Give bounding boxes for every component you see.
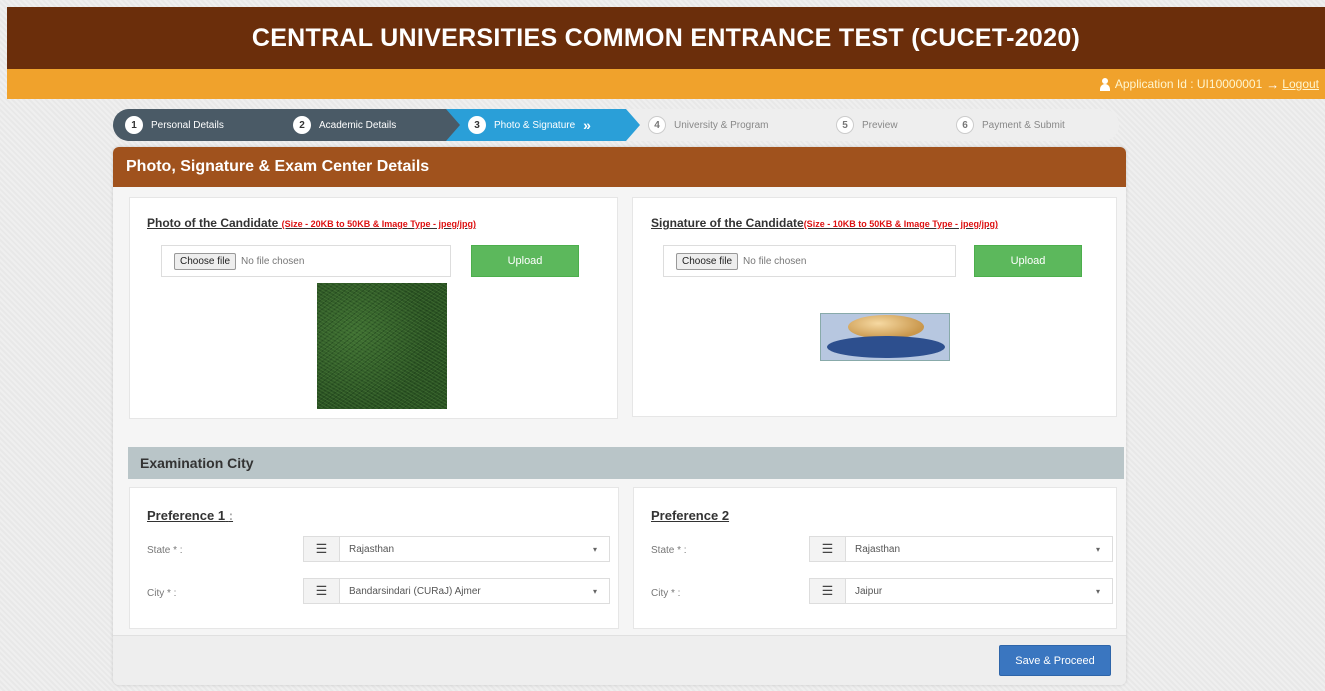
page-title: CENTRAL UNIVERSITIES COMMON ENTRANCE TES… bbox=[251, 23, 1081, 52]
preference-2-state-label: State * : bbox=[651, 545, 687, 556]
signature-requirement: (Size - 10KB to 50KB & Image Type - jpeg… bbox=[803, 219, 999, 229]
step-personal-details[interactable]: 1 Personal Details bbox=[113, 109, 285, 141]
preference-1-city-select[interactable]: ☰ Bandarsindari (CURaJ) Ajmer ▾ bbox=[303, 578, 610, 604]
preference-1-state-select[interactable]: ☰ Rajasthan ▾ bbox=[303, 536, 610, 562]
signature-title-text: Signature of the Candidate bbox=[651, 216, 804, 230]
step-number: 6 bbox=[956, 116, 974, 134]
examination-city-header: Examination City bbox=[128, 447, 1124, 479]
step-number: 5 bbox=[836, 116, 854, 134]
preference-1-city-value: Bandarsindari (CURaJ) Ajmer bbox=[349, 585, 481, 597]
save-proceed-button[interactable]: Save & Proceed bbox=[999, 645, 1111, 676]
photo-file-status: No file chosen bbox=[241, 255, 305, 267]
photo-choose-file-button[interactable]: Choose file bbox=[174, 252, 237, 270]
step-label: Photo & Signature bbox=[494, 119, 576, 131]
preference-2-state-select[interactable]: ☰ Rajasthan ▾ bbox=[809, 536, 1113, 562]
list-icon: ☰ bbox=[304, 579, 340, 603]
preference-1-state-label: State * : bbox=[147, 545, 183, 556]
card-title: Photo, Signature & Exam Center Details bbox=[113, 147, 1126, 187]
step-arrow bbox=[446, 109, 460, 141]
photo-file-input[interactable]: Choose file No file chosen bbox=[161, 245, 451, 277]
step-payment-submit[interactable]: 6 Payment & Submit bbox=[934, 109, 1119, 141]
preference-1-colon: : bbox=[228, 508, 234, 523]
preference-1-title: Preference 1 : bbox=[147, 508, 233, 523]
preference-2-city-select[interactable]: ☰ Jaipur ▾ bbox=[809, 578, 1113, 604]
step-arrow bbox=[626, 109, 640, 141]
signature-file-status: No file chosen bbox=[743, 255, 807, 267]
candidate-photo bbox=[317, 283, 447, 409]
step-label: University & Program bbox=[674, 119, 769, 131]
list-icon: ☰ bbox=[810, 537, 846, 561]
step-label: Payment & Submit bbox=[982, 119, 1065, 131]
preference-1-panel: Preference 1 : State * : ☰ Rajasthan ▾ C… bbox=[129, 487, 619, 629]
step-preview[interactable]: 5 Preview bbox=[814, 109, 934, 141]
signature-panel: Signature of the Candidate(Size - 10KB t… bbox=[632, 197, 1117, 417]
signature-file-input[interactable]: Choose file No file chosen bbox=[663, 245, 956, 277]
dropdown-caret-icon: ▾ bbox=[593, 586, 598, 596]
list-icon: ☰ bbox=[810, 579, 846, 603]
step-photo-signature[interactable]: 3 Photo & Signature » bbox=[446, 109, 640, 141]
user-bar: Application Id : UI10000001 → Logout bbox=[7, 69, 1325, 99]
site-header: CENTRAL UNIVERSITIES COMMON ENTRANCE TES… bbox=[7, 7, 1325, 69]
preference-2-state-value: Rajasthan bbox=[855, 543, 901, 555]
double-chevron-icon: » bbox=[583, 117, 591, 133]
step-university-program[interactable]: 4 University & Program bbox=[626, 109, 814, 141]
step-number: 2 bbox=[293, 116, 311, 134]
application-id: Application Id : UI10000001 bbox=[1114, 77, 1263, 91]
photo-panel: Photo of the Candidate (Size - 20KB to 5… bbox=[129, 197, 618, 419]
photo-title-text: Photo of the Candidate bbox=[147, 216, 279, 230]
photo-upload-button[interactable]: Upload bbox=[471, 245, 579, 277]
step-academic-details[interactable]: 2 Academic Details bbox=[271, 109, 460, 141]
preference-2-city-value: Jaipur bbox=[855, 585, 883, 597]
preference-1-city-label: City * : bbox=[147, 588, 177, 599]
details-card: Photo, Signature & Exam Center Details P… bbox=[113, 147, 1126, 685]
dropdown-caret-icon: ▾ bbox=[1096, 586, 1101, 596]
step-number: 4 bbox=[648, 116, 666, 134]
user-icon bbox=[1099, 77, 1111, 91]
step-label: Personal Details bbox=[151, 119, 224, 131]
preference-2-city-label: City * : bbox=[651, 588, 681, 599]
preference-1-title-text: Preference 1 bbox=[147, 508, 226, 523]
dropdown-caret-icon: ▾ bbox=[1096, 544, 1101, 554]
preference-1-state-value: Rajasthan bbox=[349, 543, 395, 555]
preference-2-title: Preference 2 bbox=[651, 508, 729, 523]
photo-title: Photo of the Candidate (Size - 20KB to 5… bbox=[147, 216, 476, 230]
photo-requirement: (Size - 20KB to 50KB & Image Type - jpeg… bbox=[281, 219, 477, 229]
progress-steps: 1 Personal Details 2 Academic Details 3 … bbox=[113, 109, 1119, 141]
preference-2-title-text: Preference 2 bbox=[651, 508, 730, 523]
list-icon: ☰ bbox=[304, 537, 340, 561]
logout-link[interactable]: Logout bbox=[1282, 77, 1319, 91]
step-number: 3 bbox=[468, 116, 486, 134]
dropdown-caret-icon: ▾ bbox=[593, 544, 598, 554]
logout-icon[interactable]: → bbox=[1266, 77, 1279, 92]
step-label: Preview bbox=[862, 119, 898, 131]
signature-choose-file-button[interactable]: Choose file bbox=[676, 252, 739, 270]
step-number: 1 bbox=[125, 116, 143, 134]
signature-title: Signature of the Candidate(Size - 10KB t… bbox=[651, 216, 998, 230]
step-arrow bbox=[271, 109, 285, 141]
signature-upload-button[interactable]: Upload bbox=[974, 245, 1082, 277]
preference-2-panel: Preference 2 State * : ☰ Rajasthan ▾ Cit… bbox=[633, 487, 1117, 629]
card-footer bbox=[113, 635, 1126, 685]
signature-image bbox=[820, 313, 950, 361]
step-label: Academic Details bbox=[319, 119, 397, 131]
